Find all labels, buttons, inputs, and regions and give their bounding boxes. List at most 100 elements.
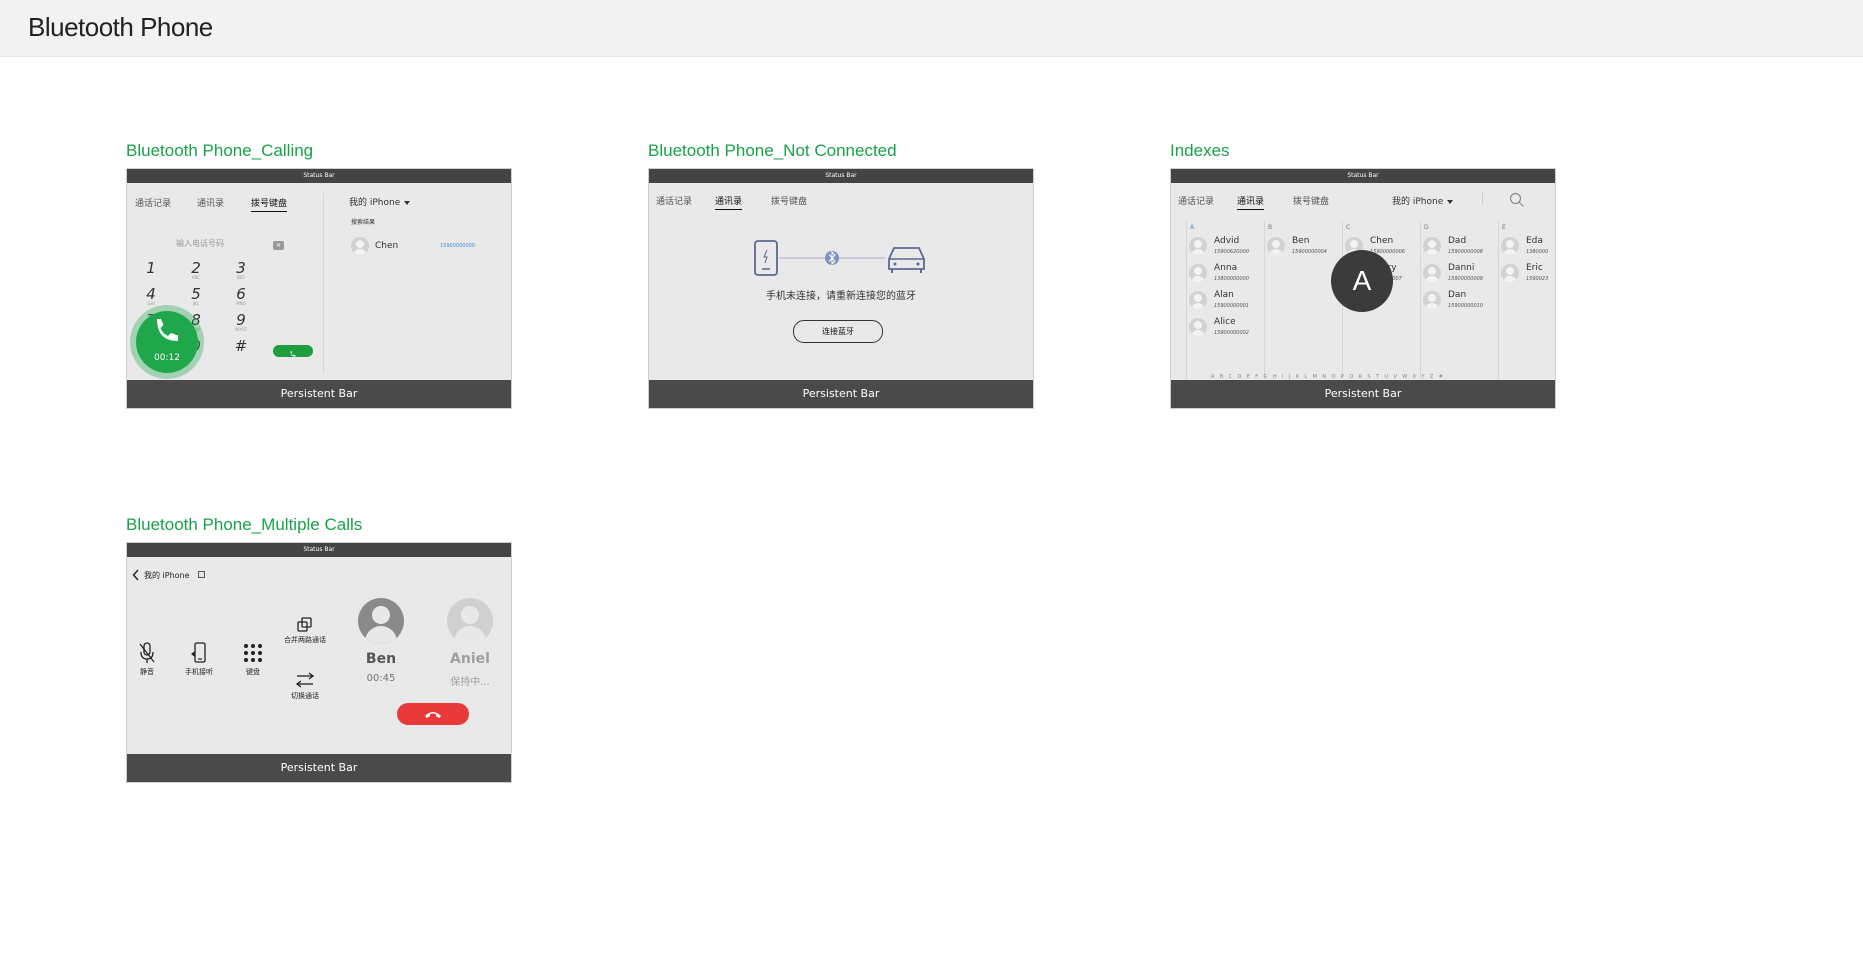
phone-icon bbox=[157, 319, 178, 341]
connection-illustration bbox=[754, 240, 925, 276]
avatar bbox=[1189, 264, 1207, 282]
active-call-indicator[interactable]: 00:12 bbox=[136, 311, 198, 373]
persistent-bar: Persistent Bar bbox=[127, 754, 511, 782]
dial-button[interactable] bbox=[273, 345, 313, 357]
phone-icon bbox=[290, 350, 296, 357]
tab-dialpad[interactable]: 拨号键盘 bbox=[251, 196, 288, 212]
key-4[interactable]: 4 GHI bbox=[131, 285, 171, 306]
hang-up-icon bbox=[425, 712, 441, 718]
key-2[interactable]: 2 ABC bbox=[176, 259, 216, 280]
tab-call-log[interactable]: 通话记录 bbox=[656, 194, 692, 207]
merge-label: 合并两路通话 bbox=[284, 636, 326, 644]
end-call-button[interactable] bbox=[397, 703, 469, 725]
frame-title-multiple-calls: Bluetooth Phone_Multiple Calls bbox=[126, 515, 363, 534]
divider bbox=[1482, 193, 1483, 205]
tab-call-log[interactable]: 通话记录 bbox=[135, 196, 171, 209]
phone-number-input[interactable]: 输入电话号码 bbox=[135, 238, 265, 249]
avatar bbox=[1189, 291, 1207, 309]
chevron-down-icon bbox=[1447, 199, 1454, 204]
status-bar: Status Bar bbox=[127, 169, 511, 183]
active-caller-name: Ben bbox=[365, 651, 397, 667]
status-bar: Status Bar bbox=[649, 169, 1033, 183]
bluetooth-icon bbox=[825, 250, 839, 266]
contact-name[interactable]: Eda bbox=[1526, 236, 1543, 246]
contact-name[interactable]: Ben bbox=[1292, 236, 1309, 246]
avatar bbox=[358, 598, 404, 644]
persistent-bar: Persistent Bar bbox=[127, 380, 511, 408]
merge-calls-button[interactable]: 合并两路通话 bbox=[277, 617, 333, 645]
back-icon[interactable] bbox=[132, 569, 140, 581]
search-results-label: 搜索结果 bbox=[351, 219, 376, 226]
key-3[interactable]: 3 DEF bbox=[221, 259, 261, 280]
result-name[interactable]: Chen bbox=[375, 241, 398, 251]
tab-contacts[interactable]: 通讯录 bbox=[1237, 194, 1265, 210]
tab-contacts[interactable]: 通讯录 bbox=[715, 194, 743, 210]
contact-name[interactable]: Alice bbox=[1214, 317, 1236, 327]
not-connected-message: 手机未连接，请重新连接您的蓝牙 bbox=[766, 291, 916, 302]
keypad-button[interactable]: 键盘 bbox=[235, 641, 271, 677]
tab-dialpad[interactable]: 拨号键盘 bbox=[771, 194, 807, 207]
mute-icon bbox=[139, 642, 155, 663]
contact-name[interactable]: Eric bbox=[1526, 263, 1543, 273]
contact-number: 15900000009 bbox=[1448, 276, 1483, 282]
backspace-icon[interactable]: ✕ bbox=[273, 241, 284, 250]
indexes-screen: Status Bar 通话记录 通讯录 拨号键盘 我的 iPhone A Adv… bbox=[1170, 168, 1556, 409]
frame-title-not-connected: Bluetooth Phone_Not Connected bbox=[648, 141, 897, 160]
settings-icon[interactable] bbox=[198, 571, 205, 578]
avatar bbox=[447, 598, 493, 644]
device-name: 我的 iPhone bbox=[349, 198, 401, 208]
connect-bluetooth-button[interactable]: 连接蓝牙 bbox=[793, 320, 883, 343]
index-letter: C bbox=[1346, 224, 1351, 231]
active-call-timer: 00:45 bbox=[366, 673, 396, 684]
tab-call-log[interactable]: 通话记录 bbox=[1178, 194, 1214, 207]
frame-title-calling: Bluetooth Phone_Calling bbox=[126, 141, 314, 160]
frame-title-indexes: Indexes bbox=[1170, 141, 1230, 160]
switch-calls-button[interactable]: 切换通话 bbox=[277, 671, 333, 701]
search-icon[interactable] bbox=[1509, 192, 1525, 208]
handset-icon bbox=[191, 642, 206, 663]
phone-icon bbox=[754, 240, 778, 276]
keypad-icon bbox=[244, 644, 262, 662]
avatar bbox=[1423, 291, 1441, 309]
key-9[interactable]: 9 WXYZ bbox=[221, 311, 261, 332]
result-number[interactable]: 15900000000 bbox=[440, 243, 475, 249]
contact-number: 15900000004 bbox=[1292, 249, 1327, 255]
key-1[interactable]: 1 bbox=[131, 259, 171, 277]
contact-name[interactable]: Danni bbox=[1448, 263, 1474, 273]
keypad-label: 键盘 bbox=[246, 668, 260, 676]
tab-contacts[interactable]: 通讯录 bbox=[197, 196, 224, 209]
device-name: 我的 iPhone bbox=[1392, 197, 1444, 207]
avatar bbox=[1501, 264, 1519, 282]
contact-name[interactable]: Chen bbox=[1370, 236, 1393, 246]
key-hash[interactable]: # bbox=[221, 337, 261, 355]
status-bar: Status Bar bbox=[127, 543, 511, 557]
mute-button[interactable]: 静音 bbox=[129, 641, 165, 677]
index-letter: E bbox=[1502, 224, 1506, 231]
car-icon bbox=[888, 247, 925, 273]
divider bbox=[323, 193, 324, 373]
index-letter: A bbox=[1190, 224, 1195, 231]
held-caller-name: Aniel bbox=[450, 651, 490, 667]
device-selector[interactable]: 我的 iPhone bbox=[1392, 194, 1454, 207]
index-letter: B bbox=[1268, 224, 1273, 231]
contact-name[interactable]: Alan bbox=[1214, 290, 1234, 300]
call-timer: 00:12 bbox=[154, 353, 180, 363]
index-letter: D bbox=[1424, 224, 1429, 231]
device-selector[interactable]: 我的 iPhone bbox=[349, 195, 411, 208]
tab-dialpad[interactable]: 拨号键盘 bbox=[1293, 194, 1329, 207]
handset-button[interactable]: 手机接听 bbox=[179, 641, 219, 677]
avatar bbox=[1423, 237, 1441, 255]
not-connected-screen: Status Bar 通话记录 通讯录 拨号键盘 手机未连接，请重新连接您的蓝牙… bbox=[648, 168, 1034, 409]
contact-name[interactable]: Anna bbox=[1214, 263, 1237, 273]
contact-name[interactable]: Advid bbox=[1214, 236, 1239, 246]
avatar bbox=[1267, 237, 1285, 255]
switch-icon bbox=[295, 672, 315, 688]
contact-number: 15900000001 bbox=[1214, 303, 1249, 309]
key-6[interactable]: 6 MNO bbox=[221, 285, 261, 306]
page-title: Bluetooth Phone bbox=[28, 12, 213, 42]
avatar bbox=[1189, 237, 1207, 255]
key-5[interactable]: 5 JKL bbox=[176, 285, 216, 306]
contact-name[interactable]: Dad bbox=[1448, 236, 1466, 246]
contact-number: 15900000010 bbox=[1448, 303, 1483, 309]
contact-name[interactable]: Dan bbox=[1448, 290, 1466, 300]
